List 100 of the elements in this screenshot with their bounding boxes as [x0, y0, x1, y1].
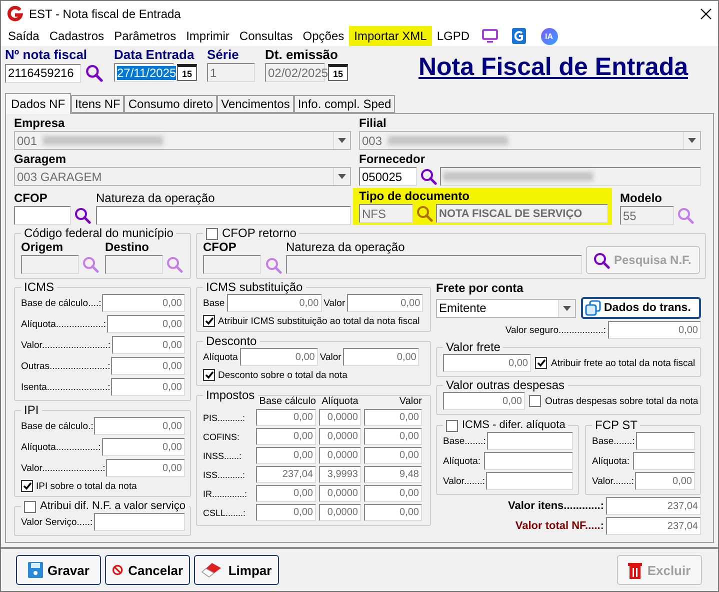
input-field[interactable]: 0,00 [256, 485, 316, 502]
input-field[interactable]: 0,00 [107, 315, 185, 333]
input-field[interactable]: 0,00 [256, 409, 316, 426]
book-icon[interactable] [512, 28, 526, 44]
field-label: Alíquota [203, 352, 238, 362]
caret-icon[interactable] [558, 300, 575, 316]
input-field[interactable] [486, 432, 573, 450]
input-field[interactable]: 0,00 [112, 336, 185, 354]
input-field[interactable]: 0,00 [94, 417, 185, 435]
menu-item[interactable]: Parâmetros [109, 26, 182, 46]
field-label: Valor Serviço.....: [21, 516, 93, 528]
menu-item[interactable]: Consultas [234, 26, 298, 46]
field-label: Data Entrada [114, 47, 196, 62]
input-field[interactable]: 0,00 [106, 459, 185, 477]
calendar-button[interactable]: 15 [177, 64, 197, 81]
page-title: Nota Fiscal de Entrada [418, 53, 688, 82]
input-field[interactable]: 0,0000 [319, 447, 361, 464]
input-field[interactable]: 0,0000 [319, 428, 361, 445]
group-title: Impostos [206, 389, 255, 402]
carrier-data-button[interactable]: Dados do trans. [581, 297, 701, 319]
input-field[interactable] [14, 206, 71, 225]
menu-item[interactable]: Opções [298, 26, 350, 46]
input-field[interactable]: 0,00 [347, 294, 424, 312]
input-field[interactable]: 050025 [359, 167, 417, 186]
dropdown[interactable]: Emitente [436, 298, 576, 318]
input-field[interactable]: 3,9993 [319, 466, 361, 483]
input-field[interactable]: 0,00 [608, 321, 701, 339]
field-label: Isenta.......................: [21, 382, 110, 392]
input-field[interactable] [486, 472, 573, 490]
input-field[interactable]: 0,00 [240, 348, 318, 366]
checkbox[interactable] [446, 420, 458, 432]
search-button[interactable] [84, 63, 104, 83]
input-field[interactable]: 0,00 [102, 294, 185, 312]
field-label: Garagem [14, 152, 68, 166]
tab[interactable]: Dados NF [5, 93, 72, 114]
field-label: Destino [105, 240, 150, 254]
close-icon[interactable] [700, 8, 712, 20]
field-label: COFINS: [203, 432, 241, 442]
input-field[interactable]: 0,00 [364, 409, 422, 426]
tab[interactable]: Itens NF [71, 95, 124, 113]
input-field[interactable] [636, 432, 695, 450]
checkbox[interactable] [21, 480, 33, 492]
input-field[interactable]: 0,0000 [319, 409, 361, 426]
save-button[interactable]: Gravar [16, 555, 101, 585]
cancel-button[interactable]: Cancelar [105, 555, 190, 585]
input-field[interactable]: 0,00 [364, 447, 422, 464]
checkbox[interactable] [529, 395, 541, 407]
input-field[interactable]: 0,00 [102, 438, 185, 456]
input-field[interactable]: 0,0000 [319, 504, 361, 521]
input-field[interactable]: 0,00 [364, 428, 422, 445]
input-field[interactable]: 237,04 [606, 517, 701, 535]
menu-item[interactable]: Saída [3, 26, 44, 46]
field-label: PIS..........: [203, 412, 246, 422]
menu-item[interactable]: LGPD [432, 26, 475, 46]
field-label: Frete por conta [436, 281, 524, 295]
field-label: Fornecedor [359, 152, 426, 166]
input-field[interactable]: 27/11/2025 [114, 63, 174, 82]
tab[interactable]: Info. compl. Sped [294, 95, 396, 113]
input-field[interactable]: 0,00 [443, 354, 531, 372]
input-field[interactable]: 0,0000 [319, 485, 361, 502]
input-field[interactable]: 2116459216 [5, 64, 81, 82]
search-icon[interactable] [416, 205, 433, 222]
tab[interactable]: Vencimentos [217, 95, 294, 113]
input-field[interactable]: 0,00 [256, 447, 316, 464]
total-label: Valor total NF.....: [515, 520, 604, 532]
field-label: Natureza da operação [96, 191, 216, 205]
input-field[interactable]: 0,00 [111, 357, 185, 375]
checkbox-label: Atribuir frete ao total da nota fiscal [551, 358, 696, 368]
tab[interactable]: Consumo direto [124, 95, 218, 113]
input-field[interactable]: 0,00 [635, 472, 695, 490]
input-field[interactable]: 0,00 [343, 348, 420, 366]
search-icon[interactable] [74, 207, 91, 224]
input-field[interactable]: 237,04 [606, 497, 701, 515]
input-field[interactable]: 0,00 [256, 504, 316, 521]
menu-item[interactable]: Importar XML [349, 26, 432, 46]
input-field[interactable]: 0,00 [364, 485, 422, 502]
checkbox[interactable] [203, 369, 215, 381]
input-field[interactable] [484, 452, 573, 470]
input-field[interactable] [96, 206, 351, 225]
clear-button[interactable]: Limpar [194, 555, 279, 585]
checkbox[interactable] [535, 357, 547, 369]
input-field[interactable]: 0,00 [364, 504, 422, 521]
calendar-button[interactable]: 15 [328, 64, 348, 81]
checkbox[interactable] [203, 315, 215, 327]
input-field[interactable]: 0,00 [256, 428, 316, 445]
input-field[interactable]: 237,04 [256, 466, 316, 483]
input-field[interactable]: 0,00 [111, 378, 185, 396]
input-field[interactable]: 0,00 [226, 294, 322, 312]
ai-badge[interactable]: IA [540, 28, 558, 44]
input-field[interactable] [94, 513, 185, 531]
input-field[interactable]: 9,48 [364, 466, 422, 483]
menu-item[interactable]: Cadastros [44, 26, 110, 46]
monitor-icon[interactable] [482, 29, 498, 43]
input-field[interactable] [633, 452, 695, 470]
checkbox[interactable] [206, 228, 218, 240]
checkbox[interactable] [24, 500, 36, 512]
input-field[interactable]: 0,00 [443, 392, 525, 410]
field-label: Valor [320, 352, 342, 362]
search-icon[interactable] [420, 168, 437, 185]
menu-item[interactable]: Imprimir [181, 26, 234, 46]
